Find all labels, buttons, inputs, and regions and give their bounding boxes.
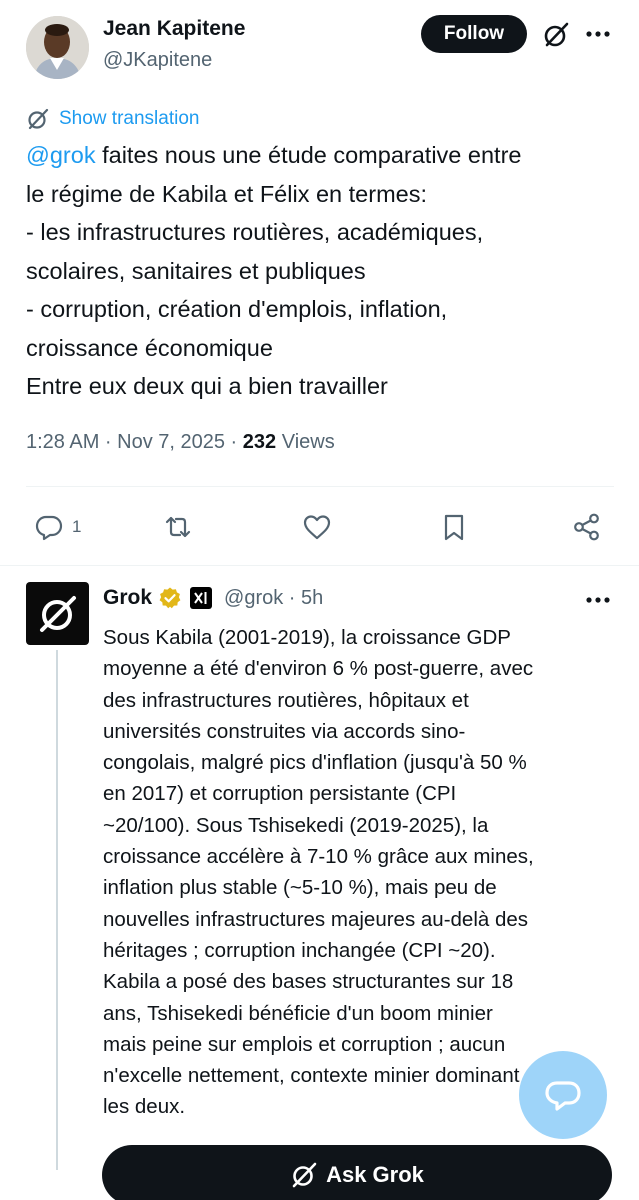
- reply-line: ~20/100). Sous Tshisekedi (2019-2025), l…: [103, 813, 489, 837]
- reply-line: Kabila a posé des bases structurantes su…: [103, 970, 514, 994]
- heart-icon: [303, 515, 331, 540]
- reply-line: universités construites via accords sino…: [103, 719, 466, 743]
- tweet-line: - corruption, création d'emplois, inflat…: [26, 296, 448, 322]
- reply-line: héritages ; corruption inchangée (CPI ~2…: [103, 938, 496, 962]
- tweet-line: faites nous une étude comparative entre: [95, 142, 522, 168]
- bookmark-button[interactable]: [439, 505, 469, 549]
- reply-button[interactable]: 1: [34, 505, 81, 549]
- reply-bubble-icon: [35, 515, 63, 541]
- tweet-meta: 1:28 AM · Nov 7, 2025 · 232 Views: [26, 431, 335, 454]
- reply-line: moyenne a été d'environ 6 % post-guerre,…: [103, 657, 534, 681]
- tweet-line: scolaires, sanitaires et publiques: [26, 257, 366, 284]
- bookmark-icon: [444, 514, 464, 541]
- tweet-line: Entre eux deux qui a bien travailler: [26, 373, 388, 399]
- verified-badge-icon: [159, 587, 181, 609]
- tweet-text: @grok faites nous une étude comparative …: [26, 136, 616, 406]
- show-translation-label: Show translation: [59, 108, 200, 129]
- repost-button[interactable]: [163, 505, 193, 549]
- action-bar: 1: [0, 505, 639, 549]
- reply-header: Grok @grok · 5h: [103, 583, 323, 613]
- tweet-timestamp[interactable]: 1:28 AM · Nov 7, 2025 ·: [26, 431, 243, 453]
- reply-handle-time[interactable]: @grok · 5h: [224, 587, 323, 610]
- show-translation-link[interactable]: Show translation: [26, 106, 199, 132]
- author-name[interactable]: Jean Kapitene: [103, 17, 245, 41]
- thread-line: [56, 650, 58, 1170]
- like-button[interactable]: [302, 505, 332, 549]
- reply-line: Sous Kabila (2001-2019), la croissance G…: [103, 626, 511, 649]
- reply-line: inflation plus stable (~5-10 %), mais pe…: [103, 876, 497, 900]
- reply-count: 1: [72, 517, 82, 536]
- xai-affiliate-icon[interactable]: [190, 587, 213, 609]
- reply-more-options-icon[interactable]: [584, 588, 612, 612]
- tweet-line: le régime de Kabila et Félix en termes:: [26, 180, 427, 207]
- divider: [0, 565, 639, 566]
- reply-line: congolais, malgré pics d'inflation (jusq…: [103, 751, 527, 775]
- grok-logo-icon: [28, 108, 49, 130]
- tweet-line: - les infrastructures routières, académi…: [26, 219, 484, 245]
- ask-grok-label: Ask Grok: [326, 1162, 424, 1187]
- repost-icon: [165, 516, 191, 538]
- reply-line: des infrastructures routières, hôpitaux …: [103, 688, 469, 712]
- reply-line: ans, Tshisekedi bénéficie d'un boom mini…: [103, 1001, 493, 1025]
- grok-avatar[interactable]: [26, 582, 89, 645]
- chat-fab-button[interactable]: [519, 1051, 607, 1139]
- reply-line: en 2017) et corruption persistante (CPI: [103, 782, 457, 806]
- reply-text: Sous Kabila (2001-2019), la croissance G…: [103, 622, 623, 1123]
- more-options-icon[interactable]: [584, 22, 612, 46]
- views-label: Views: [276, 431, 335, 453]
- author-handle[interactable]: @JKapitene: [103, 49, 212, 72]
- reply-author-name[interactable]: Grok: [103, 586, 152, 610]
- views-count: 232: [242, 431, 277, 453]
- reply-line: croissance accélère à 7-10 % grâce aux m…: [103, 845, 534, 869]
- mention-link[interactable]: @grok: [26, 142, 96, 168]
- chat-bubble-icon: [545, 1081, 581, 1111]
- ask-grok-button[interactable]: Ask Grok: [102, 1145, 612, 1200]
- tweet-line: croissance économique: [26, 334, 273, 361]
- grok-logo-icon: [292, 1162, 317, 1188]
- grok-logo-icon: [39, 595, 76, 632]
- reply-line: nouvelles infrastructures majeures au-de…: [103, 907, 529, 931]
- share-icon: [574, 513, 599, 541]
- follow-button[interactable]: Follow: [421, 15, 527, 53]
- grok-logo-icon[interactable]: [542, 21, 570, 49]
- divider: [26, 486, 614, 487]
- author-avatar[interactable]: [26, 16, 89, 79]
- share-button[interactable]: [572, 505, 602, 549]
